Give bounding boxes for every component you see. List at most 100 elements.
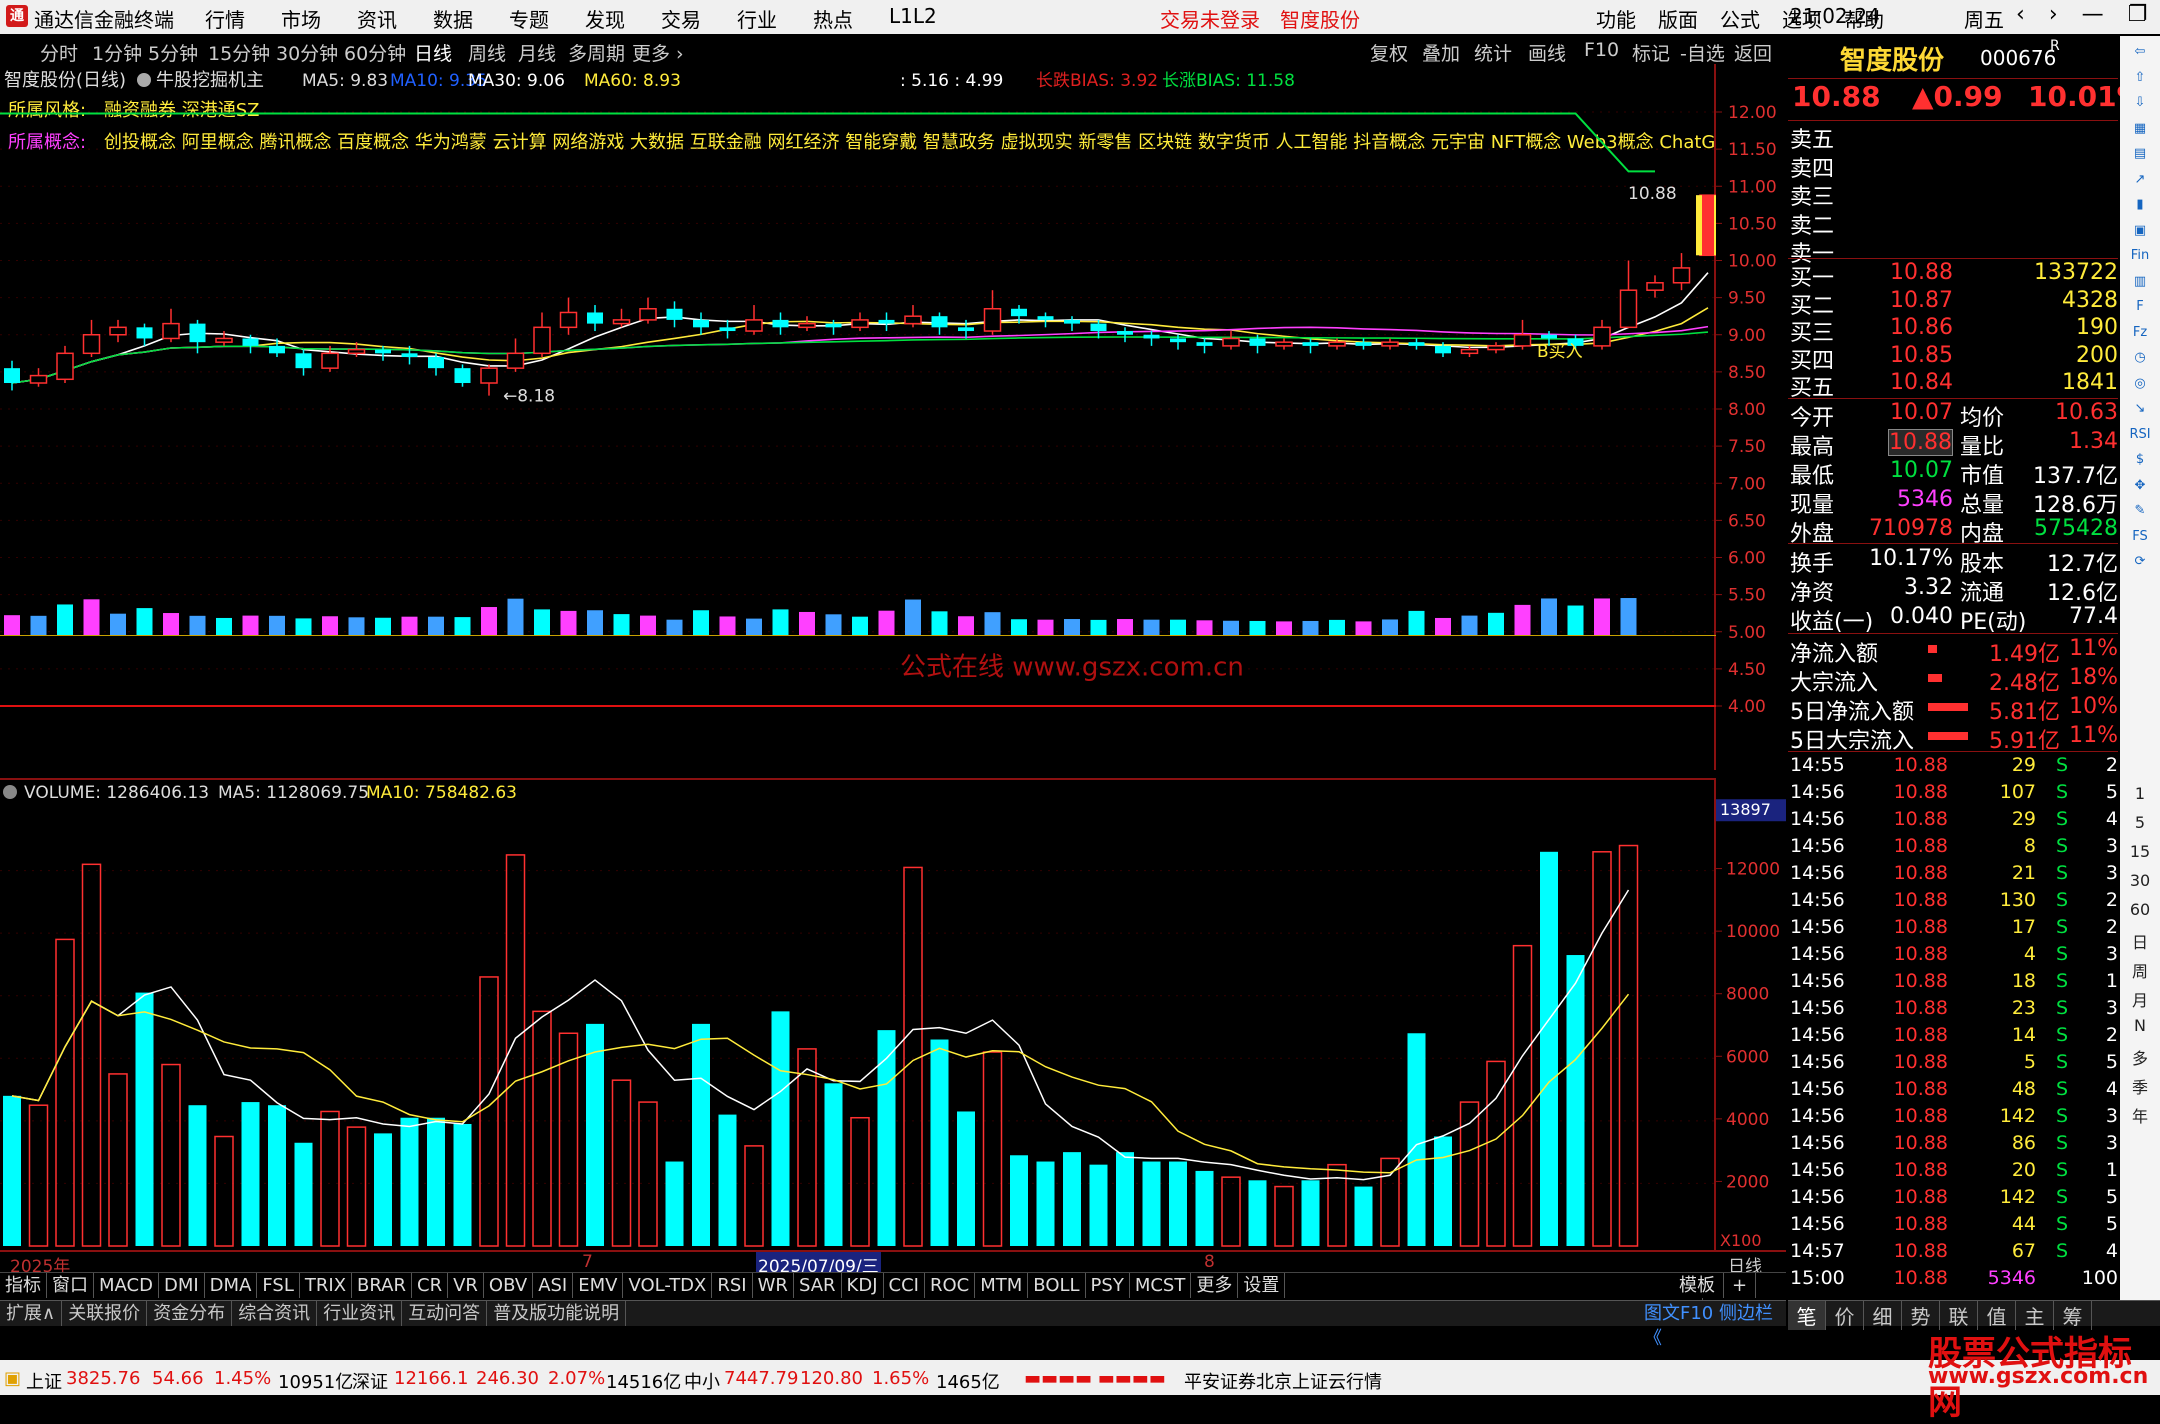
- indicator-tab-11[interactable]: ASI: [533, 1273, 574, 1298]
- toolbar-item-1[interactable]: 叠加: [1422, 39, 1460, 66]
- toolbar-item-6[interactable]: -自选: [1680, 39, 1725, 66]
- period-0[interactable]: 分时: [40, 39, 78, 66]
- indicator-tab-9[interactable]: VR: [448, 1273, 484, 1298]
- f10-sidebar-link[interactable]: 图文F10 侧边栏《: [1638, 1301, 1786, 1349]
- indicator-tab-7[interactable]: BRAR: [352, 1273, 412, 1298]
- menu-item-5[interactable]: 发现: [585, 4, 625, 33]
- indicator-tab-0[interactable]: 指标: [0, 1273, 47, 1298]
- indicator-tab-2[interactable]: MACD: [94, 1273, 159, 1298]
- rsi-icon[interactable]: RSI: [2128, 427, 2152, 451]
- trade-status-link[interactable]: 交易未登录: [1160, 4, 1260, 33]
- sidebar-period-8[interactable]: N: [2128, 1016, 2152, 1040]
- period-4[interactable]: 30分钟: [276, 39, 338, 66]
- indicator-tab-12[interactable]: EMV: [573, 1273, 624, 1298]
- sidebar-period-6[interactable]: 周: [2128, 958, 2152, 982]
- refresh-icon[interactable]: ⟳: [2128, 554, 2152, 578]
- money-icon[interactable]: $: [2128, 452, 2152, 476]
- indicator-tab-25[interactable]: 设置: [1238, 1273, 1286, 1298]
- sidebar-period-2[interactable]: 15: [2128, 842, 2152, 866]
- kline-chart[interactable]: 智度股份(日线) 牛股挖掘机主 MA5: 9.83 MA10: 9.35MA30: 9…: [0, 64, 1738, 770]
- f10-icon[interactable]: F: [2128, 299, 2152, 323]
- template-tab-0[interactable]: 模板: [1671, 1273, 1724, 1298]
- template-tab-1[interactable]: +: [1724, 1273, 1757, 1298]
- move-icon[interactable]: ✥: [2128, 478, 2152, 502]
- indicator-tab-10[interactable]: OBV: [484, 1273, 534, 1298]
- sidebar-period-10[interactable]: 季: [2128, 1074, 2152, 1098]
- line-chart-icon[interactable]: ↗: [2128, 172, 2152, 196]
- right-menu-item-1[interactable]: 版面: [1658, 4, 1698, 33]
- right-menu-item-2[interactable]: 公式: [1720, 4, 1760, 33]
- sidebar-period-7[interactable]: 月: [2128, 987, 2152, 1011]
- toolbar-item-5[interactable]: 标记: [1632, 39, 1670, 66]
- bottom-tab-1[interactable]: 关联报价: [62, 1301, 148, 1326]
- period-3[interactable]: 15分钟: [208, 39, 270, 66]
- toolbar-item-7[interactable]: 返回: [1734, 39, 1772, 66]
- indicator-tab-24[interactable]: 更多: [1191, 1273, 1239, 1298]
- menu-item-8[interactable]: 热点: [813, 4, 853, 33]
- menu-item-3[interactable]: 数据: [433, 4, 473, 33]
- volume-chart[interactable]: VOLUME: 1286406.13 MA5: 1128069.75MA10: 7…: [0, 780, 1716, 1252]
- quote-tab-1[interactable]: 价: [1826, 1301, 1864, 1330]
- fin-icon[interactable]: Fin: [2128, 248, 2152, 272]
- indicator-tab-19[interactable]: ROC: [925, 1273, 976, 1298]
- menu-item-1[interactable]: 市场: [281, 4, 321, 33]
- period-9[interactable]: 多周期: [568, 39, 625, 66]
- menu-item-0[interactable]: 行情: [205, 4, 245, 33]
- bottom-tab-4[interactable]: 行业资讯: [317, 1301, 403, 1326]
- indicator-tab-17[interactable]: KDJ: [842, 1273, 884, 1298]
- indicator-tab-3[interactable]: DMI: [159, 1273, 205, 1298]
- sidebar-period-4[interactable]: 60: [2128, 900, 2152, 924]
- indicator-tab-15[interactable]: WR: [753, 1273, 794, 1298]
- sidebar-period-3[interactable]: 30: [2128, 871, 2152, 895]
- period-8[interactable]: 月线: [518, 39, 556, 66]
- trend-icon[interactable]: ↘: [2128, 401, 2152, 425]
- menu-item-2[interactable]: 资讯: [357, 4, 397, 33]
- pen-icon[interactable]: ✎: [2128, 503, 2152, 527]
- period-7[interactable]: 周线: [468, 39, 506, 66]
- kline-panel[interactable]: 智度股份(日线) 牛股挖掘机主 MA5: 9.83 MA10: 9.35 MA30: 9…: [0, 64, 1738, 770]
- arrow-down-icon[interactable]: ⇩: [2128, 95, 2152, 119]
- bottom-tab-3[interactable]: 综合资讯: [232, 1301, 318, 1326]
- fs-icon[interactable]: FS: [2128, 529, 2152, 553]
- indicator-tab-20[interactable]: MTM: [975, 1273, 1029, 1298]
- back-icon[interactable]: ‹: [2016, 2, 2025, 27]
- indicator-tab-21[interactable]: BOLL: [1028, 1273, 1086, 1298]
- right-menu-item-0[interactable]: 功能: [1596, 4, 1636, 33]
- bar-chart-icon[interactable]: ▮: [2128, 197, 2152, 221]
- bottom-tab-0[interactable]: 扩展∧: [0, 1301, 63, 1326]
- period-10[interactable]: 更多 ›: [632, 39, 684, 66]
- grid-icon[interactable]: ▤: [2128, 146, 2152, 170]
- period-1[interactable]: 1分钟: [92, 39, 142, 66]
- indicator-tab-6[interactable]: TRIX: [300, 1273, 353, 1298]
- menu-item-9[interactable]: L1L2: [889, 4, 937, 33]
- quote-tab-2[interactable]: 细: [1864, 1301, 1902, 1330]
- indicator-tab-8[interactable]: CR: [412, 1273, 449, 1298]
- toolbar-item-3[interactable]: 画线: [1528, 39, 1566, 66]
- arrow-up-icon[interactable]: ⇧: [2128, 70, 2152, 94]
- indicator-tab-13[interactable]: VOL-TDX: [623, 1273, 713, 1298]
- minimize-icon[interactable]: —: [2082, 2, 2104, 27]
- toolbar-item-2[interactable]: 统计: [1474, 39, 1512, 66]
- indicator-tab-1[interactable]: 窗口: [47, 1273, 94, 1298]
- indicator-tab-22[interactable]: PSY: [1086, 1273, 1130, 1298]
- sidebar-period-9[interactable]: 多: [2128, 1045, 2152, 1069]
- period-2[interactable]: 5分钟: [148, 39, 198, 66]
- toolbar-item-4[interactable]: F10: [1584, 39, 1619, 61]
- quote-tab-0[interactable]: 笔: [1788, 1301, 1826, 1330]
- menu-item-4[interactable]: 专题: [509, 4, 549, 33]
- menu-item-7[interactable]: 行业: [737, 4, 777, 33]
- indicator-tab-5[interactable]: FSL: [257, 1273, 300, 1298]
- settings-icon[interactable]: ◎: [2128, 376, 2152, 400]
- restore-icon[interactable]: ❐: [2128, 2, 2148, 27]
- sidebar-period-1[interactable]: 5: [2128, 813, 2152, 837]
- chart-icon[interactable]: ▦: [2128, 121, 2152, 145]
- menu-item-6[interactable]: 交易: [661, 4, 701, 33]
- title-stock-name[interactable]: 智度股份: [1280, 4, 1360, 33]
- period-5[interactable]: 60分钟: [344, 39, 406, 66]
- bottom-tab-2[interactable]: 资金分布: [147, 1301, 233, 1326]
- indicator-tab-14[interactable]: RSI: [712, 1273, 753, 1298]
- indicator-tab-16[interactable]: SAR: [794, 1273, 842, 1298]
- doc-icon[interactable]: ▣: [2128, 223, 2152, 247]
- arrow-left-icon[interactable]: ⇦: [2128, 44, 2152, 68]
- toolbar-item-0[interactable]: 复权: [1370, 39, 1408, 66]
